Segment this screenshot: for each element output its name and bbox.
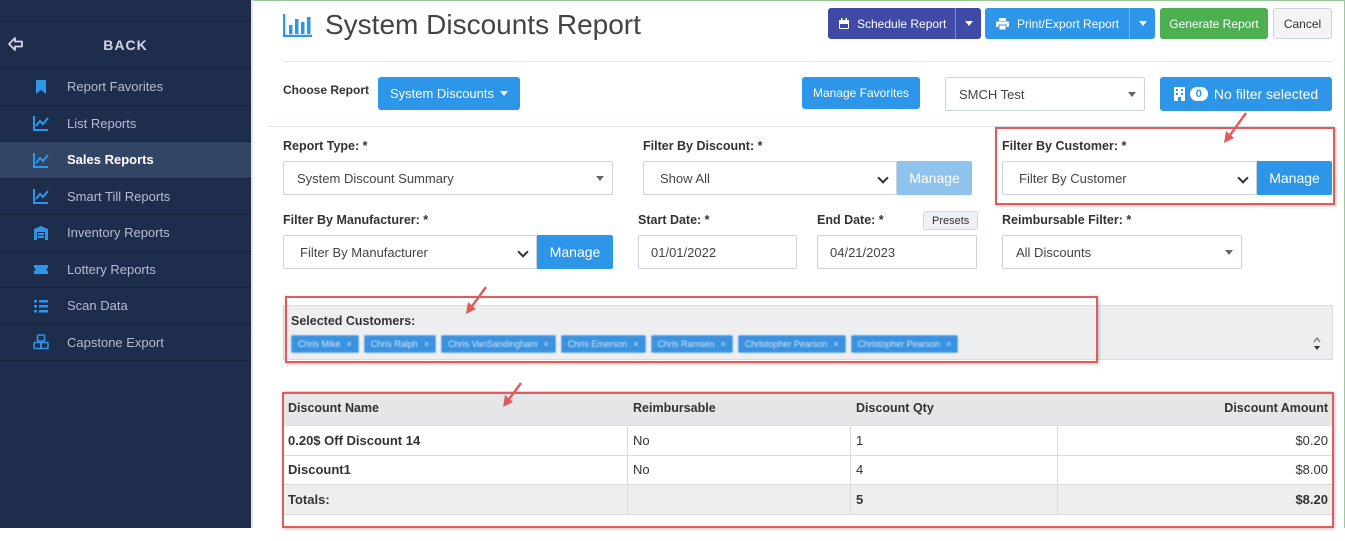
caret-down-icon <box>596 176 604 181</box>
page-title: System Discounts Report <box>325 9 641 40</box>
printer-icon <box>996 17 1009 30</box>
app-window: BACK Report Favorites List Reports Sales… <box>0 0 1345 541</box>
chevron-down-icon <box>877 172 889 184</box>
cubes-icon <box>32 333 50 351</box>
sidebar-item-report-favorites[interactable]: Report Favorites <box>0 69 251 106</box>
sidebar-item-smart-till-reports[interactable]: Smart Till Reports <box>0 179 251 215</box>
filter-manufacturer-label: Filter By Manufacturer: * <box>283 213 429 227</box>
filter-manufacturer-value: Filter By Manufacturer <box>300 244 428 260</box>
sidebar-top-spacer <box>0 0 251 22</box>
annotation-arrow-icon <box>466 286 487 314</box>
annotation-arrow-icon <box>1224 112 1247 143</box>
highlight-box-customer-filter <box>995 127 1335 205</box>
filter-manufacturer-select[interactable]: Filter By Manufacturer <box>283 235 537 269</box>
back-label: BACK <box>103 37 148 53</box>
sort-arrows-icon[interactable] <box>1312 336 1322 352</box>
filter-discount-select[interactable]: Show All <box>643 161 897 195</box>
caret-down-icon <box>1138 21 1147 26</box>
sidebar-item-label: List Reports <box>67 115 137 131</box>
print-export-dropdown-toggle[interactable] <box>1129 8 1155 39</box>
annotation-arrow-icon <box>503 382 522 407</box>
filter-discount-label: Filter By Discount: * <box>643 139 763 153</box>
sidebar-item-list-reports[interactable]: List Reports <box>0 106 251 142</box>
sidebar-item-capstone-export[interactable]: Capstone Export <box>0 325 251 361</box>
manage-favorites-button[interactable]: Manage Favorites <box>802 77 920 109</box>
filter-status-button[interactable]: 0 No filter selected <box>1160 77 1332 111</box>
print-export-label: Print/Export Report <box>1017 16 1120 31</box>
sidebar-item-lottery-reports[interactable]: Lottery Reports <box>0 252 251 288</box>
schedule-report-label: Schedule Report <box>857 16 947 31</box>
filter-discount-value: Show All <box>660 170 710 186</box>
sidebar-item-scan-data[interactable]: Scan Data <box>0 288 251 325</box>
warehouse-icon <box>32 224 50 242</box>
arrow-left-icon <box>8 37 23 51</box>
sidebar-item-label: Inventory Reports <box>67 225 170 241</box>
generate-report-button[interactable]: Generate Report <box>1160 8 1268 39</box>
sidebar-item-label: Capstone Export <box>67 334 164 350</box>
line-chart-icon <box>32 114 50 132</box>
bookmark-icon <box>32 78 50 96</box>
list-icon <box>32 297 50 315</box>
end-date-input[interactable]: 04/21/2023 <box>817 235 977 269</box>
caret-down-icon <box>500 91 509 96</box>
end-date-label: End Date: * <box>817 213 884 227</box>
sidebar-item-label: Sales Reports <box>67 152 154 168</box>
ticket-icon <box>32 260 50 278</box>
highlight-box-results-table <box>282 392 1334 528</box>
choose-report-label: Choose Report <box>283 83 370 97</box>
choose-report-dropdown[interactable]: System Discounts <box>378 77 520 110</box>
report-type-select[interactable]: System Discount Summary <box>283 161 613 195</box>
calendar-icon <box>839 17 849 29</box>
line-chart-icon <box>32 151 50 169</box>
filter-count-badge: 0 <box>1189 87 1208 101</box>
bar-chart-icon <box>283 14 312 37</box>
highlight-box-selected-customers <box>285 296 1098 363</box>
reimbursable-filter-select[interactable]: All Discounts <box>1002 235 1242 269</box>
back-button[interactable]: BACK <box>0 22 251 69</box>
start-date-label: Start Date: * <box>638 213 710 227</box>
line-chart-icon <box>32 187 50 205</box>
sidebar-item-label: Scan Data <box>67 298 128 314</box>
reimbursable-filter-value: All Discounts <box>1016 244 1092 260</box>
report-type-label: Report Type: * <box>283 139 368 153</box>
building-icon <box>1173 87 1185 101</box>
chevron-down-icon <box>517 246 529 258</box>
caret-down-icon <box>1225 250 1233 255</box>
caret-down-icon <box>1128 92 1136 97</box>
store-select-value: SMCH Test <box>959 86 1025 102</box>
page-header: System Discounts Report <box>283 9 641 41</box>
start-date-input[interactable]: 01/01/2022 <box>638 235 797 269</box>
header-divider <box>283 61 1333 62</box>
sidebar-item-inventory-reports[interactable]: Inventory Reports <box>0 215 251 252</box>
sidebar-item-label: Lottery Reports <box>67 261 156 277</box>
caret-down-icon <box>964 21 973 26</box>
sidebar-item-sales-reports[interactable]: Sales Reports <box>0 142 251 179</box>
choose-report-value: System Discounts <box>389 86 495 101</box>
store-select[interactable]: SMCH Test <box>945 77 1145 111</box>
sidebar-item-label: Smart Till Reports <box>67 188 171 204</box>
sidebar: BACK Report Favorites List Reports Sales… <box>0 0 253 528</box>
print-export-button[interactable]: Print/Export Report <box>985 8 1155 39</box>
filter-status-label: No filter selected <box>1213 86 1319 102</box>
presets-button[interactable]: Presets <box>923 211 979 230</box>
manage-discount-button[interactable]: Manage <box>897 161 972 195</box>
cancel-button[interactable]: Cancel <box>1273 8 1332 39</box>
report-type-value: System Discount Summary <box>297 170 454 186</box>
reimbursable-filter-label: Reimbursable Filter: * <box>1002 213 1132 227</box>
schedule-report-dropdown-toggle[interactable] <box>955 8 981 39</box>
manage-manufacturer-button[interactable]: Manage <box>537 235 613 269</box>
schedule-report-button[interactable]: Schedule Report <box>828 8 981 39</box>
sidebar-item-label: Report Favorites <box>67 79 164 95</box>
